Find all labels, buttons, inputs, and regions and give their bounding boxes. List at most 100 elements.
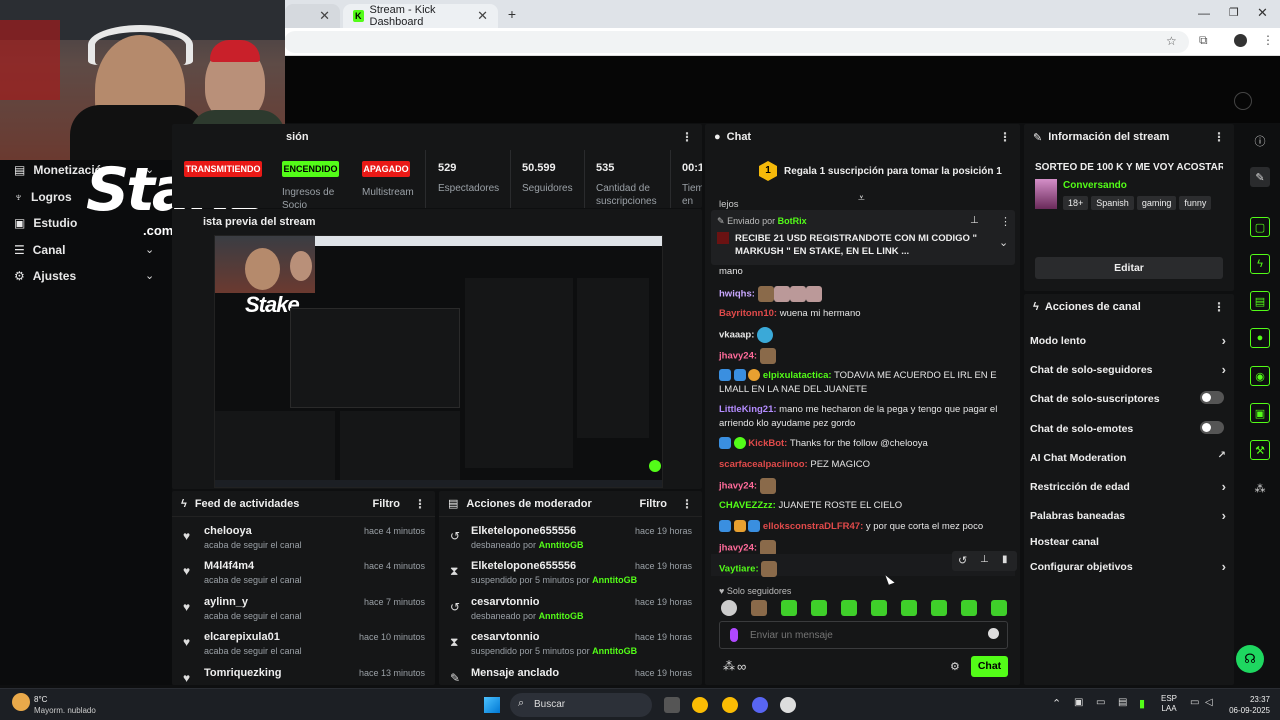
action-followers-only[interactable]: Chat de solo-seguidores › [1030,362,1226,377]
browser-menu-icon[interactable]: ⋮ [1262,33,1274,47]
extensions-icon[interactable]: ⧉ [1199,33,1208,48]
network-icon[interactable]: ▭ [1190,697,1199,708]
layout-icon[interactable]: ▣ [1250,403,1270,423]
kebab-icon[interactable]: ⋮ [1000,215,1011,228]
emoji-icon[interactable] [988,628,999,639]
app-icon[interactable] [780,697,796,713]
send-chat-button[interactable]: Chat [971,656,1008,677]
actions-title: Acciones de canal [1044,301,1141,313]
scan-icon[interactable]: ▢ [1250,217,1270,237]
chevron-down-icon[interactable]: ⌄ [999,236,1008,249]
trash-icon[interactable]: ▮ [1002,554,1008,565]
microphone-tray-icon[interactable]: ▮ [1139,697,1145,710]
chrome-icon[interactable] [692,697,708,713]
emotes-only-toggle[interactable] [1200,421,1224,434]
tray-icon[interactable]: ▣ [1074,697,1083,708]
emote-button[interactable] [721,600,737,616]
kebab-icon[interactable]: ⋮ [1213,130,1225,144]
input-language[interactable]: ESP LAA [1161,694,1177,714]
close-tab-icon[interactable]: ✕ [477,8,488,24]
sidebar-item-logros[interactable]: ♆ Logros [14,190,72,204]
profile-avatar[interactable] [1234,34,1247,47]
clock[interactable]: 23:37 06-09-2025 [1226,694,1270,716]
discord-icon[interactable] [752,697,768,713]
document-icon[interactable]: ▤ [1250,291,1270,311]
chat-icon[interactable]: ● [1250,328,1270,348]
emote-button[interactable] [961,600,977,616]
close-tab-icon[interactable]: ✕ [319,8,330,24]
pencil-icon[interactable]: ✎ [1250,167,1270,187]
subgoal-rank-badge: 1 [759,161,777,181]
kebab-icon[interactable]: ⋮ [999,130,1011,144]
emote-button[interactable] [901,600,917,616]
emote-button[interactable] [991,600,1007,616]
omnibox[interactable] [284,31,1189,53]
unpin-icon[interactable]: ⊥ [970,215,979,226]
category-thumbnail [1035,179,1057,209]
taskbar-search[interactable]: ⌕ Buscar [510,693,652,717]
sidebar-item-estudio[interactable]: ▣ Estudio [14,216,77,230]
viewers-label: Espectadores [438,183,500,194]
action-ai-moderation[interactable]: AI Chat Moderation ↗ [1030,450,1226,464]
stream-preview-video[interactable]: Stake [214,235,663,488]
emote-button[interactable] [871,600,887,616]
action-host-channel[interactable]: Hostear canal [1030,536,1226,548]
pin-icon[interactable]: ⊥ [980,554,989,565]
kebab-icon[interactable]: ⋮ [1213,300,1225,314]
followers-count: 50.599 [522,162,556,174]
kebab-icon[interactable]: ⋮ [681,497,693,511]
sidebar-item-ajustes[interactable]: ⚙ Ajustes [14,269,76,283]
edit-stream-button[interactable]: Editar [1035,257,1223,279]
feed-filter-button[interactable]: Filtro [373,498,401,510]
chevron-right-icon: › [1221,362,1226,377]
pinned-author[interactable]: BotRix [778,216,807,226]
action-slow-mode[interactable]: Modo lento › [1030,333,1226,348]
emote-button[interactable] [781,600,797,616]
wrench-icon[interactable]: ⚒ [1250,440,1270,460]
volume-icon[interactable]: ◁ [1205,697,1213,708]
user-avatar[interactable] [1234,92,1252,110]
tray-icon[interactable]: ▤ [1118,697,1127,708]
browser-tab-previous[interactable]: ✕ [285,4,340,28]
emote-button[interactable] [751,600,767,616]
broadcast-icon[interactable]: ◉ [1250,366,1270,386]
action-age-restriction[interactable]: Restricción de edad › [1030,479,1226,494]
support-headset-icon[interactable]: ☊ [1236,645,1264,673]
subscribers-only-toggle[interactable] [1200,391,1224,404]
info-circle-icon[interactable]: ⓘ [1250,131,1270,151]
task-view-icon[interactable] [664,697,680,713]
browser-tab-kick-dashboard[interactable]: K Stream - Kick Dashboard ✕ [343,4,498,28]
kebab-icon[interactable]: ⋮ [681,130,693,144]
emote-button[interactable] [931,600,947,616]
new-tab-button[interactable]: + [504,6,520,22]
windows-start-icon[interactable] [484,697,500,713]
chrome-icon[interactable] [722,697,738,713]
infinity-icon[interactable]: ∞ [737,659,746,674]
minimize-icon[interactable]: — [1198,6,1210,20]
chat-settings-icon[interactable]: ⚙ [950,660,960,673]
weather-icon[interactable] [12,693,30,711]
tray-chevron-icon[interactable]: ⌃ [1052,697,1061,710]
kebab-icon[interactable]: ⋮ [414,497,426,511]
category-link[interactable]: Conversando [1063,180,1127,191]
action-configure-goals[interactable]: Configurar objetivos › [1030,559,1226,574]
bookmark-star-icon[interactable]: ☆ [1166,34,1177,48]
mod-filter-button[interactable]: Filtro [640,498,668,510]
emote-button[interactable] [841,600,857,616]
expand-goals-icon[interactable]: ⩡ [858,191,865,206]
mod-actions-panel: ▤ Acciones de moderador Filtro ⋮ ↺ Elketelop… [439,491,702,685]
tray-icon[interactable]: ▭ [1096,697,1105,708]
microphone-icon[interactable] [730,628,738,642]
chat-input[interactable] [750,626,970,644]
sidebar-item-canal[interactable]: ☰ Canal [14,243,65,257]
restore-icon[interactable]: ❐ [1229,6,1239,19]
uptime-label: Tiem en vi [682,183,702,207]
sparkles-icon[interactable]: ⁂ [1250,478,1270,498]
reply-icon[interactable]: ↺ [958,554,967,567]
sparkles-icon[interactable]: ⁂ [723,659,735,673]
action-banned-words[interactable]: Palabras baneadas › [1030,508,1226,523]
close-window-icon[interactable]: ✕ [1257,5,1268,21]
emote-button[interactable] [811,600,827,616]
lightning-icon[interactable]: ϟ [1250,254,1270,274]
stream-info-panel: ✎ Información del stream ⋮ SORTEO DE 100 K… [1024,124,1234,291]
